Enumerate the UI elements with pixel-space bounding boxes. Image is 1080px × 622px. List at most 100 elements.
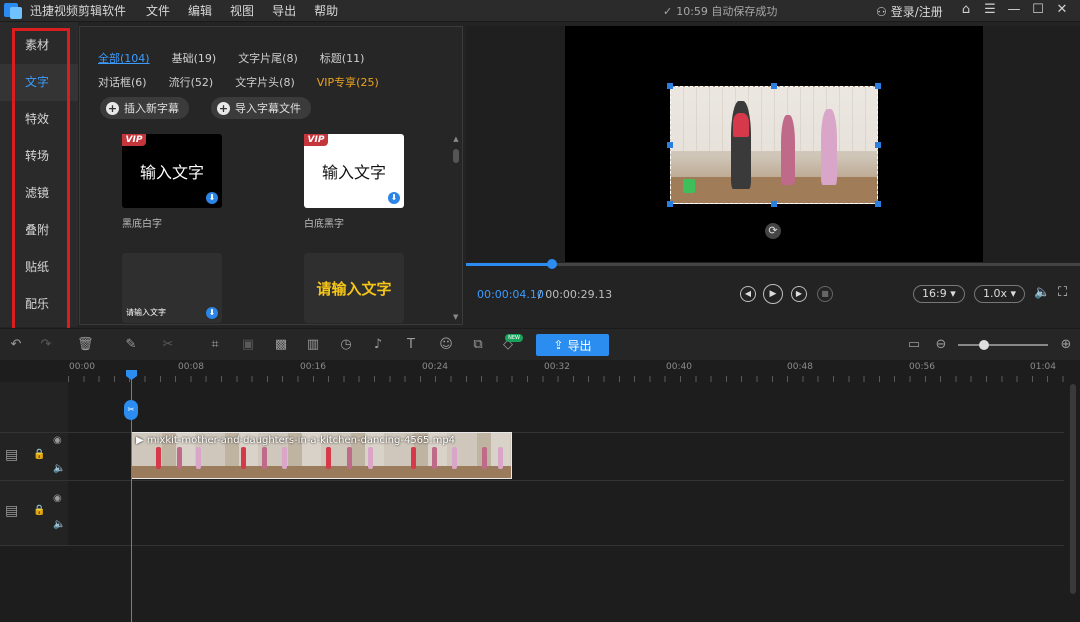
scroll-up-icon[interactable]: ▲ (453, 135, 459, 143)
home-icon[interactable]: ⌂ (954, 2, 978, 17)
cut-icon[interactable]: ✂ (160, 337, 176, 353)
menu-export[interactable]: 导出 (272, 2, 296, 19)
download-icon[interactable]: ⬇ (206, 307, 218, 319)
insert-subtitle-label: 插入新字幕 (124, 102, 179, 115)
template-label: 白底黑字 (304, 219, 344, 230)
redo-icon[interactable]: ↷ (38, 337, 54, 353)
volume-icon[interactable]: 🔈 (1034, 285, 1050, 300)
menu-bar: 文件 编辑 视图 导出 帮助 (146, 2, 356, 19)
maximize-icon[interactable]: ☐ (1026, 2, 1050, 17)
nav-overlay[interactable]: 叠附 (0, 212, 78, 249)
video-clip[interactable]: ▶ mixkit-mother-and-daughters-in-a-kitch… (131, 432, 512, 479)
template-preview-text: 输入文字 (321, 163, 386, 182)
vip-badge: VIP (122, 134, 146, 146)
track-head-video: ▤ 🔒 ◉ 🔈 (0, 433, 68, 480)
category-vip[interactable]: VIP专享(25) (317, 74, 379, 90)
speed-select[interactable]: 1.0x ▾ (974, 285, 1026, 303)
plus-icon: + (106, 101, 119, 115)
template-yellow[interactable]: 请输入文字 (304, 253, 404, 323)
export-button[interactable]: ⇪ 导出 (536, 334, 609, 356)
ruler-label: 00:24 (422, 362, 448, 372)
login-button[interactable]: ⚇ 登录/注册 (876, 3, 943, 20)
category-ending[interactable]: 文字片尾(8) (238, 50, 298, 66)
delete-icon[interactable]: 🗑 (77, 337, 94, 353)
nav-music[interactable]: 配乐 (0, 286, 78, 323)
template-plain[interactable]: 请输入文字 ⬇ (122, 253, 222, 323)
scroll-down-icon[interactable]: ▼ (453, 313, 458, 321)
menu-file[interactable]: 文件 (146, 2, 170, 19)
insert-subtitle-button[interactable]: + 插入新字幕 (100, 97, 189, 119)
play-icon[interactable]: ▶ (763, 284, 783, 304)
autosave-text: 自动保存成功 (711, 5, 778, 18)
download-icon[interactable]: ⬇ (206, 192, 218, 204)
next-frame-icon[interactable]: ▶ (791, 286, 807, 302)
category-popular[interactable]: 流行(52) (169, 74, 214, 90)
zoom-in-icon[interactable]: ⊕ (1058, 337, 1074, 353)
menu-edit[interactable]: 编辑 (188, 2, 212, 19)
lock-icon[interactable]: 🔒 (33, 449, 45, 460)
copy-icon[interactable]: ⧉ (470, 337, 486, 353)
film-icon: ▤ (5, 447, 19, 463)
nav-effects[interactable]: 特效 (0, 101, 78, 138)
track-head-text (0, 382, 68, 432)
autosave-status: ✓ 10:59 自动保存成功 (663, 3, 777, 19)
category-dialog[interactable]: 对话框(6) (98, 74, 147, 90)
close-icon[interactable]: ✕ (1050, 2, 1074, 17)
edit-icon[interactable]: ✎ (123, 337, 139, 353)
download-icon[interactable]: ⬇ (388, 192, 400, 204)
crop-icon[interactable]: ⌗ (207, 337, 223, 353)
fit-timeline-icon[interactable]: ▭ (906, 337, 922, 353)
speaker-icon[interactable]: 🔈 (53, 463, 65, 474)
rotate-icon[interactable]: ⟳ (765, 223, 781, 239)
category-basic[interactable]: 基础(19) (172, 50, 217, 66)
edit-toolbar: ↶ ↷ 🗑 ✎ ✂ ⌗ ▣ ▩ ▥ ◷ ♪ T ☺ ⧉ ◇ NEW ⇪ 导出 ▭… (0, 328, 1080, 360)
mosaic-icon[interactable]: ▩ (273, 337, 289, 353)
category-all[interactable]: 全部(104) (98, 50, 150, 66)
clock-icon[interactable]: ◷ (338, 337, 354, 353)
undo-icon[interactable]: ↶ (8, 337, 24, 353)
progress-knob[interactable] (546, 259, 557, 269)
freeze-icon[interactable]: ▣ (240, 337, 256, 353)
total-time: / 00:00:29.13 (538, 288, 613, 301)
template-black-white[interactable]: VIP 输入文字 ⬇ (122, 134, 222, 208)
preview-progress[interactable] (466, 263, 1080, 266)
eye-icon[interactable]: ◉ (53, 493, 62, 504)
stop-icon[interactable]: ■ (817, 286, 833, 302)
voice-change-icon[interactable]: ☺ (438, 337, 454, 353)
hamburger-menu-icon[interactable]: ☰ (978, 2, 1002, 17)
autosave-time: 10:59 (676, 4, 708, 18)
fullscreen-icon[interactable]: ⛶ (1058, 285, 1067, 300)
nav-stickers[interactable]: 贴纸 (0, 249, 78, 286)
text-to-speech-icon[interactable]: T (403, 337, 419, 353)
menu-help[interactable]: 帮助 (314, 2, 338, 19)
panel-scrollbar[interactable]: ▲ ▼ (453, 135, 459, 321)
playhead-marker[interactable]: ✂ (124, 400, 138, 420)
menu-view[interactable]: 视图 (230, 2, 254, 19)
microphone-icon[interactable]: ♪ (370, 337, 386, 353)
aspect-ratio-select[interactable]: 16:9 ▾ (913, 285, 965, 303)
nav-transitions[interactable]: 转场 (0, 138, 78, 175)
eye-icon[interactable]: ◉ (53, 435, 62, 446)
check-icon: ✓ (663, 4, 673, 18)
nav-filters[interactable]: 滤镜 (0, 175, 78, 212)
import-subtitle-button[interactable]: + 导入字幕文件 (211, 97, 311, 119)
ruler-label: 00:00 (69, 362, 95, 372)
lock-icon[interactable]: 🔒 (33, 505, 45, 516)
nav-material[interactable]: 素材 (0, 27, 78, 64)
text-panel: 全部(104) 基础(19) 文字片尾(8) 标题(11) 对话框(6) 流行(… (79, 26, 463, 325)
category-row-2: 对话框(6) 流行(52) 文字片头(8) VIP专享(25) (98, 74, 401, 90)
plus-icon: + (217, 101, 230, 115)
category-title[interactable]: 标题(11) (320, 50, 365, 66)
audio-wave-icon[interactable]: ▥ (305, 337, 321, 353)
zoom-out-icon[interactable]: ⊖ (933, 337, 949, 353)
video-frame[interactable] (670, 86, 878, 204)
template-white-black[interactable]: VIP 输入文字 ⬇ (304, 134, 404, 208)
zoom-knob[interactable] (979, 340, 989, 350)
timeline-scrollbar[interactable] (1070, 384, 1076, 594)
zoom-slider[interactable] (958, 344, 1048, 346)
speaker-icon[interactable]: 🔈 (53, 519, 65, 530)
prev-frame-icon[interactable]: ◀ (740, 286, 756, 302)
category-opening[interactable]: 文字片头(8) (235, 74, 295, 90)
nav-text[interactable]: 文字 (0, 64, 78, 101)
minimize-icon[interactable]: — (1002, 2, 1026, 17)
